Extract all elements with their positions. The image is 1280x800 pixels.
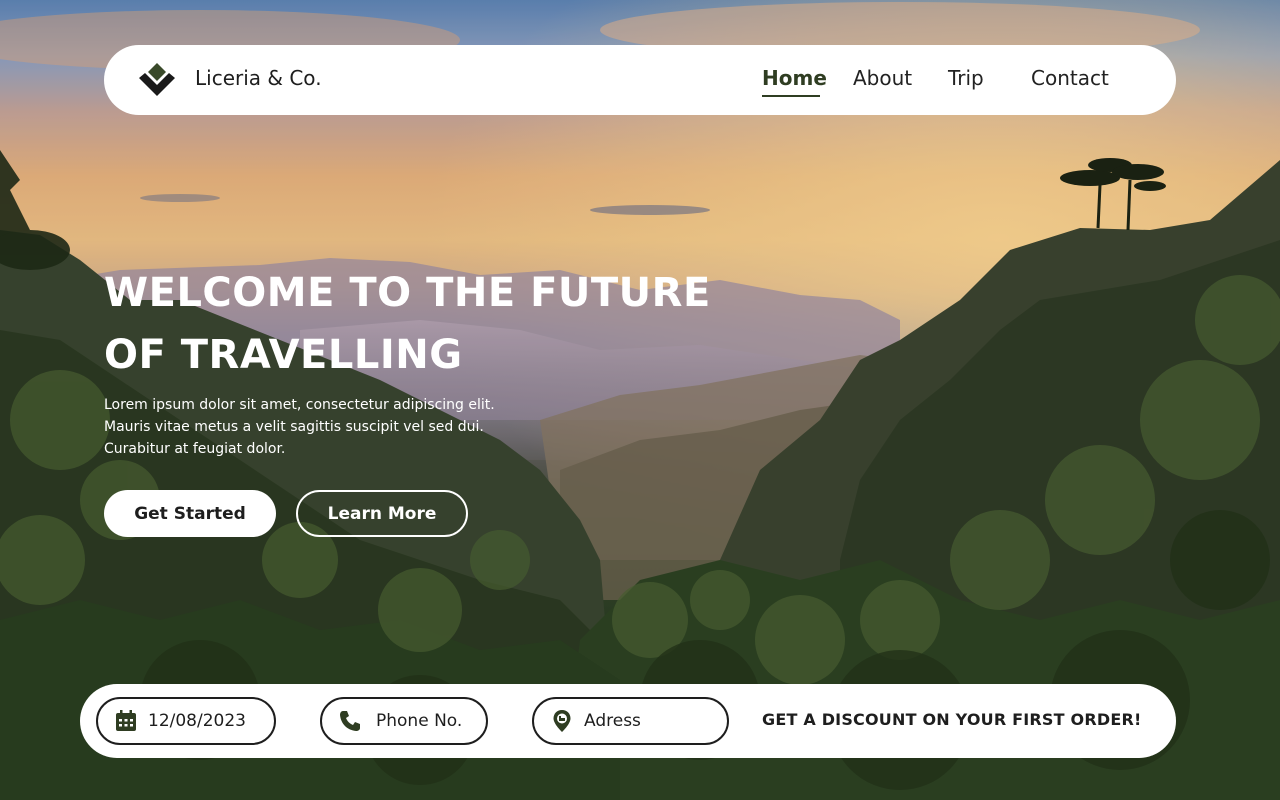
nav-home[interactable]: Home xyxy=(762,66,827,90)
date-value: 12/08/2023 xyxy=(148,711,246,731)
brand-name[interactable]: Liceria & Co. xyxy=(195,66,322,90)
navbar: Liceria & Co. Home About Trip Contact xyxy=(104,45,1176,115)
nav-trip[interactable]: Trip xyxy=(948,66,984,90)
phone-field[interactable]: Phone No. xyxy=(320,697,488,745)
address-field[interactable]: Adress xyxy=(532,697,729,745)
address-placeholder: Adress xyxy=(584,711,641,731)
headline-line-1: WELCOME TO THE FUTURE xyxy=(104,270,711,316)
calendar-icon xyxy=(116,710,136,731)
nav-contact[interactable]: Contact xyxy=(1031,66,1109,90)
date-field[interactable]: 12/08/2023 xyxy=(96,697,276,745)
subtext-line-2: Mauris vitae metus a velit sagittis susc… xyxy=(104,419,484,435)
booking-bar: 12/08/2023 Phone No. Adress GET A DISCOU… xyxy=(80,684,1176,758)
nav-active-underline xyxy=(762,95,820,97)
subtext-line-3: Curabitur at feugiat dolor. xyxy=(104,441,286,457)
location-pin-icon xyxy=(553,710,571,732)
get-started-button[interactable]: Get Started xyxy=(104,490,276,537)
diamond-chevron-logo[interactable] xyxy=(137,61,177,99)
hero-headline: WELCOME TO THE FUTURE OF TRAVELLING xyxy=(104,262,744,386)
phone-icon xyxy=(340,711,360,731)
hero-section: Liceria & Co. Home About Trip Contact WE… xyxy=(0,0,1280,800)
hero-subtext: Lorem ipsum dolor sit amet, consectetur … xyxy=(104,394,574,460)
subtext-line-1: Lorem ipsum dolor sit amet, consectetur … xyxy=(104,397,495,413)
phone-placeholder: Phone No. xyxy=(376,711,463,731)
nav-about[interactable]: About xyxy=(853,66,912,90)
learn-more-button[interactable]: Learn More xyxy=(296,490,468,537)
discount-cta[interactable]: GET A DISCOUNT ON YOUR FIRST ORDER! xyxy=(762,710,1142,729)
headline-line-2: OF TRAVELLING xyxy=(104,332,463,378)
